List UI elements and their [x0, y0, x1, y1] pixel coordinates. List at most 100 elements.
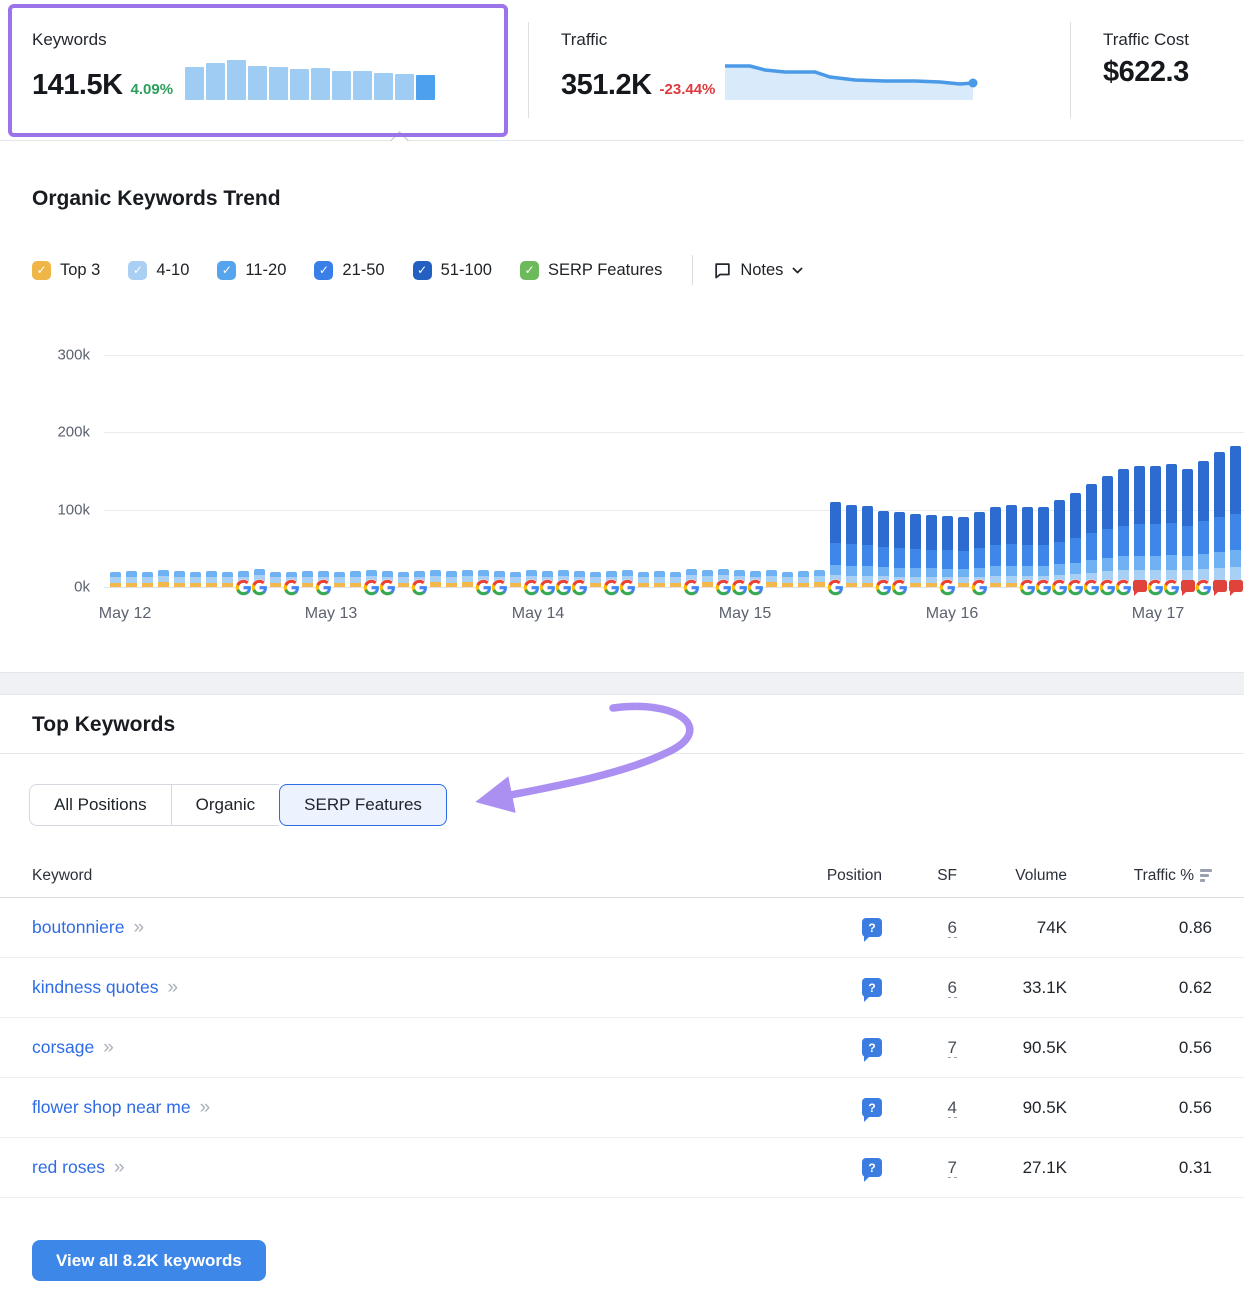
trend-legend-row: ✓Top 3✓4-10✓11-20✓21-50✓51-100✓SERP Feat… [32, 255, 1212, 285]
traffic-metric[interactable]: Traffic 351.2K -23.44% [529, 0, 1070, 140]
google-serp-icon[interactable] [235, 579, 252, 596]
google-serp-icon[interactable] [539, 579, 556, 596]
keyword-link[interactable]: corsage [32, 1037, 94, 1057]
tab-serp-features[interactable]: SERP Features [279, 784, 447, 826]
bar-segment-21-50 [1086, 533, 1097, 560]
tab-organic[interactable]: Organic [171, 784, 280, 826]
google-serp-icon[interactable] [283, 579, 300, 596]
legend-item-51-100[interactable]: ✓51-100 [413, 261, 492, 280]
google-serp-icon[interactable] [491, 579, 508, 596]
position-question-bubble-icon[interactable]: ? [862, 1098, 882, 1117]
volume-cell: 74K [957, 918, 1067, 938]
google-serp-icon[interactable] [619, 579, 636, 596]
keyword-link[interactable]: kindness quotes [32, 977, 158, 997]
keyword-link[interactable]: flower shop near me [32, 1097, 191, 1117]
bar-segment-51-100 [1038, 507, 1049, 545]
bar-segment-11-20 [1118, 556, 1129, 570]
google-serp-icon[interactable] [683, 579, 700, 596]
note-flag-icon[interactable] [1181, 580, 1195, 592]
google-serp-icon[interactable] [379, 579, 396, 596]
traffic-cost-metric[interactable]: Traffic Cost $622.3 [1071, 0, 1244, 140]
column-sf[interactable]: SF [882, 867, 957, 885]
column-position[interactable]: Position [762, 867, 882, 885]
sf-value[interactable]: 7 [948, 1038, 957, 1058]
checkbox-21-50[interactable]: ✓ [314, 261, 333, 280]
checkbox-11-20[interactable]: ✓ [217, 261, 236, 280]
google-serp-icon[interactable] [1195, 579, 1212, 596]
sf-value[interactable]: 6 [948, 918, 957, 938]
google-serp-icon[interactable] [1163, 579, 1180, 596]
legend-label: SERP Features [548, 261, 662, 280]
double-chevron-icon[interactable]: » [167, 977, 176, 998]
bar-segment-top-3 [862, 583, 873, 587]
keywords-minibar-chart [185, 58, 435, 100]
position-filter-tabs: All PositionsOrganicSERP Features [29, 784, 1244, 826]
keyword-link[interactable]: boutonniere [32, 917, 124, 937]
google-serp-icon[interactable] [571, 579, 588, 596]
google-serp-icon[interactable] [1067, 579, 1084, 596]
column-keyword[interactable]: Keyword [32, 867, 762, 885]
google-serp-icon[interactable] [731, 579, 748, 596]
y-axis-tick: 200k [0, 424, 90, 441]
google-serp-icon[interactable] [939, 579, 956, 596]
note-flag-icon[interactable] [1213, 580, 1227, 592]
google-serp-icon[interactable] [363, 579, 380, 596]
google-serp-icon[interactable] [891, 579, 908, 596]
google-serp-icon[interactable] [1115, 579, 1132, 596]
checkbox-4-10[interactable]: ✓ [128, 261, 147, 280]
double-chevron-icon[interactable]: » [103, 1037, 112, 1058]
legend-item-top-3[interactable]: ✓Top 3 [32, 261, 100, 280]
google-serp-icon[interactable] [1083, 579, 1100, 596]
position-question-bubble-icon[interactable]: ? [862, 978, 882, 997]
legend-item-11-20[interactable]: ✓11-20 [217, 261, 286, 280]
google-serp-icon[interactable] [315, 579, 332, 596]
note-flag-icon[interactable] [1133, 580, 1147, 592]
double-chevron-icon[interactable]: » [200, 1097, 209, 1118]
google-serp-icon[interactable] [827, 579, 844, 596]
google-serp-icon[interactable] [715, 579, 732, 596]
bar-segment-top-3 [302, 583, 313, 587]
sf-value[interactable]: 7 [948, 1158, 957, 1178]
view-all-keywords-button[interactable]: View all 8.2K keywords [32, 1240, 266, 1281]
google-serp-icon[interactable] [1051, 579, 1068, 596]
google-serp-icon[interactable] [251, 579, 268, 596]
google-serp-icon[interactable] [523, 579, 540, 596]
google-serp-icon[interactable] [1099, 579, 1116, 596]
column-volume[interactable]: Volume [957, 867, 1067, 885]
note-flag-icon[interactable] [1229, 580, 1243, 592]
double-chevron-icon[interactable]: » [114, 1157, 123, 1178]
legend-item-4-10[interactable]: ✓4-10 [128, 261, 189, 280]
legend-item-serp-features[interactable]: ✓ SERP Features [520, 261, 662, 280]
google-serp-icon[interactable] [603, 579, 620, 596]
sf-value[interactable]: 4 [948, 1098, 957, 1118]
position-question-bubble-icon[interactable]: ? [862, 918, 882, 937]
tab-all-positions[interactable]: All Positions [29, 784, 171, 826]
bar-segment-11-20 [894, 568, 905, 577]
legend-item-21-50[interactable]: ✓21-50 [314, 261, 384, 280]
keywords-change: 4.09% [131, 81, 174, 98]
google-serp-icon[interactable] [475, 579, 492, 596]
checkbox-serp-features[interactable]: ✓ [520, 261, 539, 280]
google-serp-icon[interactable] [1019, 579, 1036, 596]
google-serp-icon[interactable] [1147, 579, 1164, 596]
position-question-bubble-icon[interactable]: ? [862, 1038, 882, 1057]
keywords-metric[interactable]: Keywords 141.5K 4.09% [0, 0, 528, 140]
notes-button[interactable]: Notes [713, 261, 804, 280]
google-serp-icon[interactable] [1035, 579, 1052, 596]
keyword-link[interactable]: red roses [32, 1157, 105, 1177]
sf-value[interactable]: 6 [948, 978, 957, 998]
traffic-pct-cell: 0.86 [1067, 918, 1212, 938]
checkbox-51-100[interactable]: ✓ [413, 261, 432, 280]
bar-segment-11-20 [1150, 556, 1161, 571]
position-question-bubble-icon[interactable]: ? [862, 1158, 882, 1177]
double-chevron-icon[interactable]: » [133, 917, 142, 938]
checkbox-top-3[interactable]: ✓ [32, 261, 51, 280]
google-serp-icon[interactable] [875, 579, 892, 596]
bar-segment-11-20 [910, 568, 921, 577]
google-serp-icon[interactable] [747, 579, 764, 596]
column-traffic-pct[interactable]: Traffic % [1067, 867, 1212, 885]
google-serp-icon[interactable] [555, 579, 572, 596]
google-serp-icon[interactable] [411, 579, 428, 596]
google-serp-icon[interactable] [971, 579, 988, 596]
bar-segment-top-3 [126, 583, 137, 587]
